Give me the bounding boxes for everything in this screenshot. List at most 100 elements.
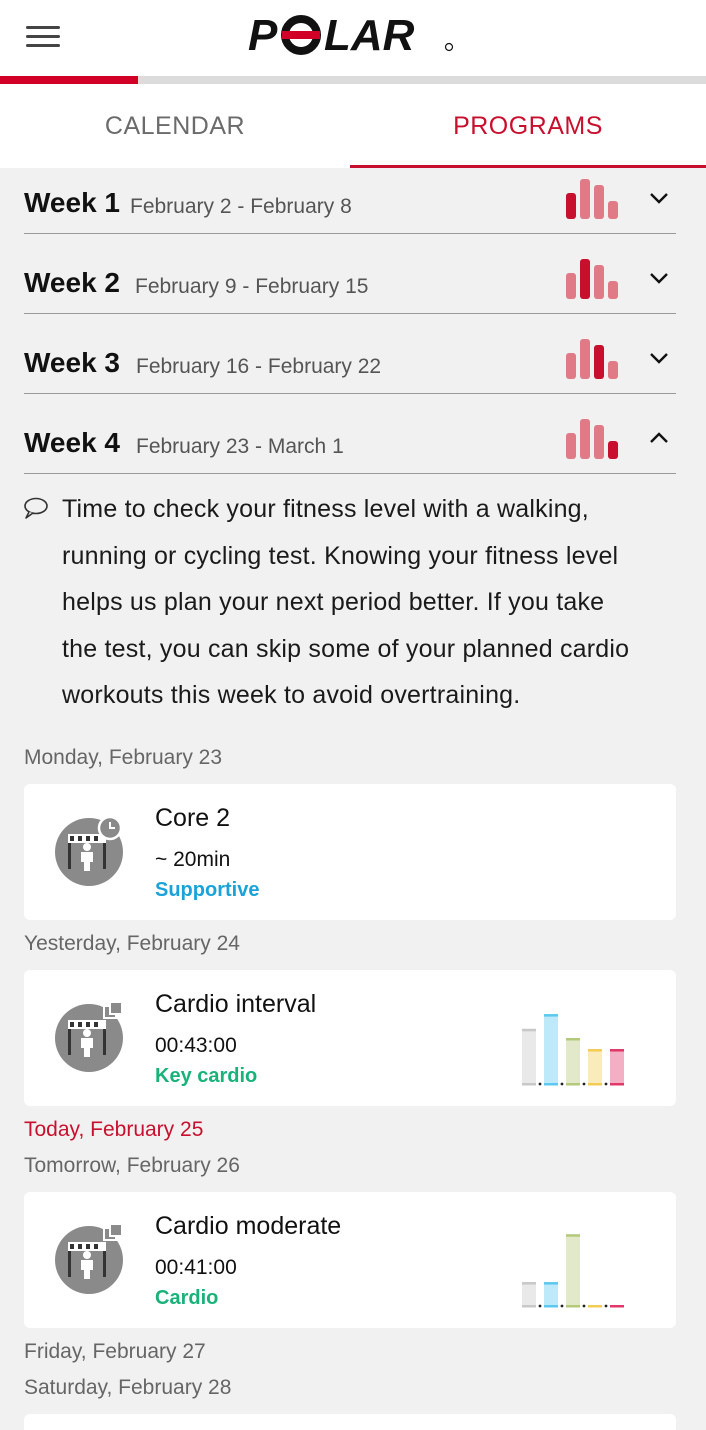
zone-bar xyxy=(566,1038,580,1084)
workout-duration: ~ 20min xyxy=(155,848,231,871)
week-load-bar xyxy=(594,345,604,379)
week-load-bars-icon xyxy=(566,419,622,459)
week-load-bar xyxy=(594,185,604,219)
week-load-bars-icon xyxy=(566,259,622,299)
day-label: Monday, February 23 xyxy=(24,746,223,769)
workout-card-cardio-moderate[interactable]: Cardio moderate 00:41:00 Cardio xyxy=(24,1192,676,1328)
week-load-bar xyxy=(566,353,576,379)
tip-line: running or cycling test. Knowing your fi… xyxy=(62,541,619,570)
week-row-2[interactable]: Week 2 February 9 - February 15 xyxy=(24,234,676,314)
tip-line: helps us plan your next period better. I… xyxy=(62,588,605,616)
week-tip-text: Time to check your fitness level with a … xyxy=(62,486,682,719)
chevron-down-icon[interactable] xyxy=(648,187,670,209)
day-label: Tomorrow, February 26 xyxy=(24,1154,240,1177)
week-dates: February 9 - February 15 xyxy=(135,275,369,298)
workout-duration: 00:43:00 xyxy=(155,1034,237,1057)
week-load-bar xyxy=(608,281,618,299)
zone-baseline xyxy=(588,1083,602,1086)
week-load-bars-icon xyxy=(566,179,622,219)
hamburger-menu-icon[interactable] xyxy=(26,24,62,50)
week-row-4[interactable]: Week 4 February 23 - March 1 xyxy=(24,394,676,474)
week-load-bar xyxy=(608,201,618,219)
zone-bar xyxy=(610,1049,624,1084)
polar-logo: P LAR xyxy=(248,11,454,60)
week-dates: February 16 - February 22 xyxy=(136,355,382,378)
zone-bar-top xyxy=(588,1049,602,1052)
heart-rate-zone-chart xyxy=(522,1014,624,1086)
zone-separator-dot xyxy=(560,1082,564,1086)
day-label: Friday, February 27 xyxy=(24,1340,206,1363)
program-progress-bar xyxy=(0,76,706,84)
zone-bar xyxy=(544,1282,558,1306)
zone-bar-top xyxy=(522,1282,536,1285)
zone-baseline xyxy=(566,1305,580,1308)
zone-baseline xyxy=(610,1305,624,1308)
week-load-bar xyxy=(566,273,576,299)
zone-separator-dot xyxy=(604,1082,608,1086)
app-header: P LAR xyxy=(0,0,706,78)
week-dates: February 23 - March 1 xyxy=(136,435,344,458)
week-load-bar xyxy=(608,361,618,379)
program-progress-fill xyxy=(0,76,138,84)
zone-baseline xyxy=(566,1083,580,1086)
zone-baseline xyxy=(544,1083,558,1086)
chevron-up-icon[interactable] xyxy=(648,427,670,449)
zone-baseline xyxy=(610,1083,624,1086)
zone-baseline xyxy=(522,1083,536,1086)
chevron-down-icon[interactable] xyxy=(648,347,670,369)
tip-line: the test, you can skip some of your plan… xyxy=(62,634,630,663)
zone-bar-top xyxy=(566,1038,580,1041)
workout-card-core-2[interactable]: Core 2 ~ 20min Supportive xyxy=(24,784,676,920)
workout-type: Supportive xyxy=(155,879,260,901)
week-load-bar xyxy=(594,425,604,459)
day-label-today: Today, February 25 xyxy=(24,1118,204,1141)
zone-baseline xyxy=(522,1305,536,1308)
multi-exercise-icon xyxy=(55,1001,123,1072)
day-label: Saturday, February 28 xyxy=(24,1376,232,1399)
workout-card-cardio-interval[interactable]: Cardio interval 00:43:00 Key cardio xyxy=(24,970,676,1106)
zone-bar-top xyxy=(566,1234,580,1237)
week-title: Week 1 xyxy=(24,187,120,218)
tip-line: Time to check your fitness level with a … xyxy=(62,495,589,523)
svg-text:LAR: LAR xyxy=(324,11,415,60)
zone-separator-dot xyxy=(538,1304,542,1308)
week-title: Week 4 xyxy=(24,427,120,458)
zone-bar xyxy=(544,1014,558,1084)
workout-name: Cardio interval xyxy=(155,990,317,1018)
week-title: Week 3 xyxy=(24,347,120,378)
workout-name: Core 2 xyxy=(155,804,231,832)
week-load-bar xyxy=(580,259,590,299)
workout-card-partial[interactable] xyxy=(24,1414,676,1430)
week-load-bars-icon xyxy=(566,339,622,379)
chevron-down-icon[interactable] xyxy=(648,267,670,289)
week-load-bar xyxy=(580,179,590,219)
zone-bar xyxy=(522,1282,536,1306)
day-label: Yesterday, February 24 xyxy=(24,932,240,955)
week-load-bar xyxy=(580,339,590,379)
week-title: Week 2 xyxy=(24,267,120,298)
zone-separator-dot xyxy=(582,1082,586,1086)
zone-bar-top xyxy=(544,1014,558,1017)
timed-exercise-icon xyxy=(55,815,123,886)
zone-separator-dot xyxy=(560,1304,564,1308)
week-load-bar xyxy=(594,265,604,299)
zone-bar-top xyxy=(522,1028,536,1032)
workout-type: Cardio xyxy=(155,1287,219,1309)
week-row-1[interactable]: Week 1 February 2 - February 8 xyxy=(24,154,676,234)
heart-rate-zone-chart xyxy=(522,1234,624,1308)
zone-separator-dot xyxy=(604,1304,608,1308)
speech-bubble-icon xyxy=(24,497,48,519)
week-load-bar xyxy=(566,193,576,219)
zone-bar xyxy=(588,1049,602,1084)
tip-line: workouts this week to avoid overtraining… xyxy=(62,681,521,709)
zone-bar xyxy=(566,1234,580,1306)
zone-baseline xyxy=(544,1305,558,1308)
workout-name: Cardio moderate xyxy=(155,1212,342,1240)
week-load-bar xyxy=(608,441,618,459)
week-row-3[interactable]: Week 3 February 16 - February 22 xyxy=(24,314,676,394)
week-load-bar xyxy=(566,433,576,459)
week-load-bar xyxy=(580,419,590,459)
multi-exercise-icon xyxy=(55,1223,123,1294)
week-dates: February 2 - February 8 xyxy=(130,195,352,218)
svg-text:P: P xyxy=(248,11,278,60)
